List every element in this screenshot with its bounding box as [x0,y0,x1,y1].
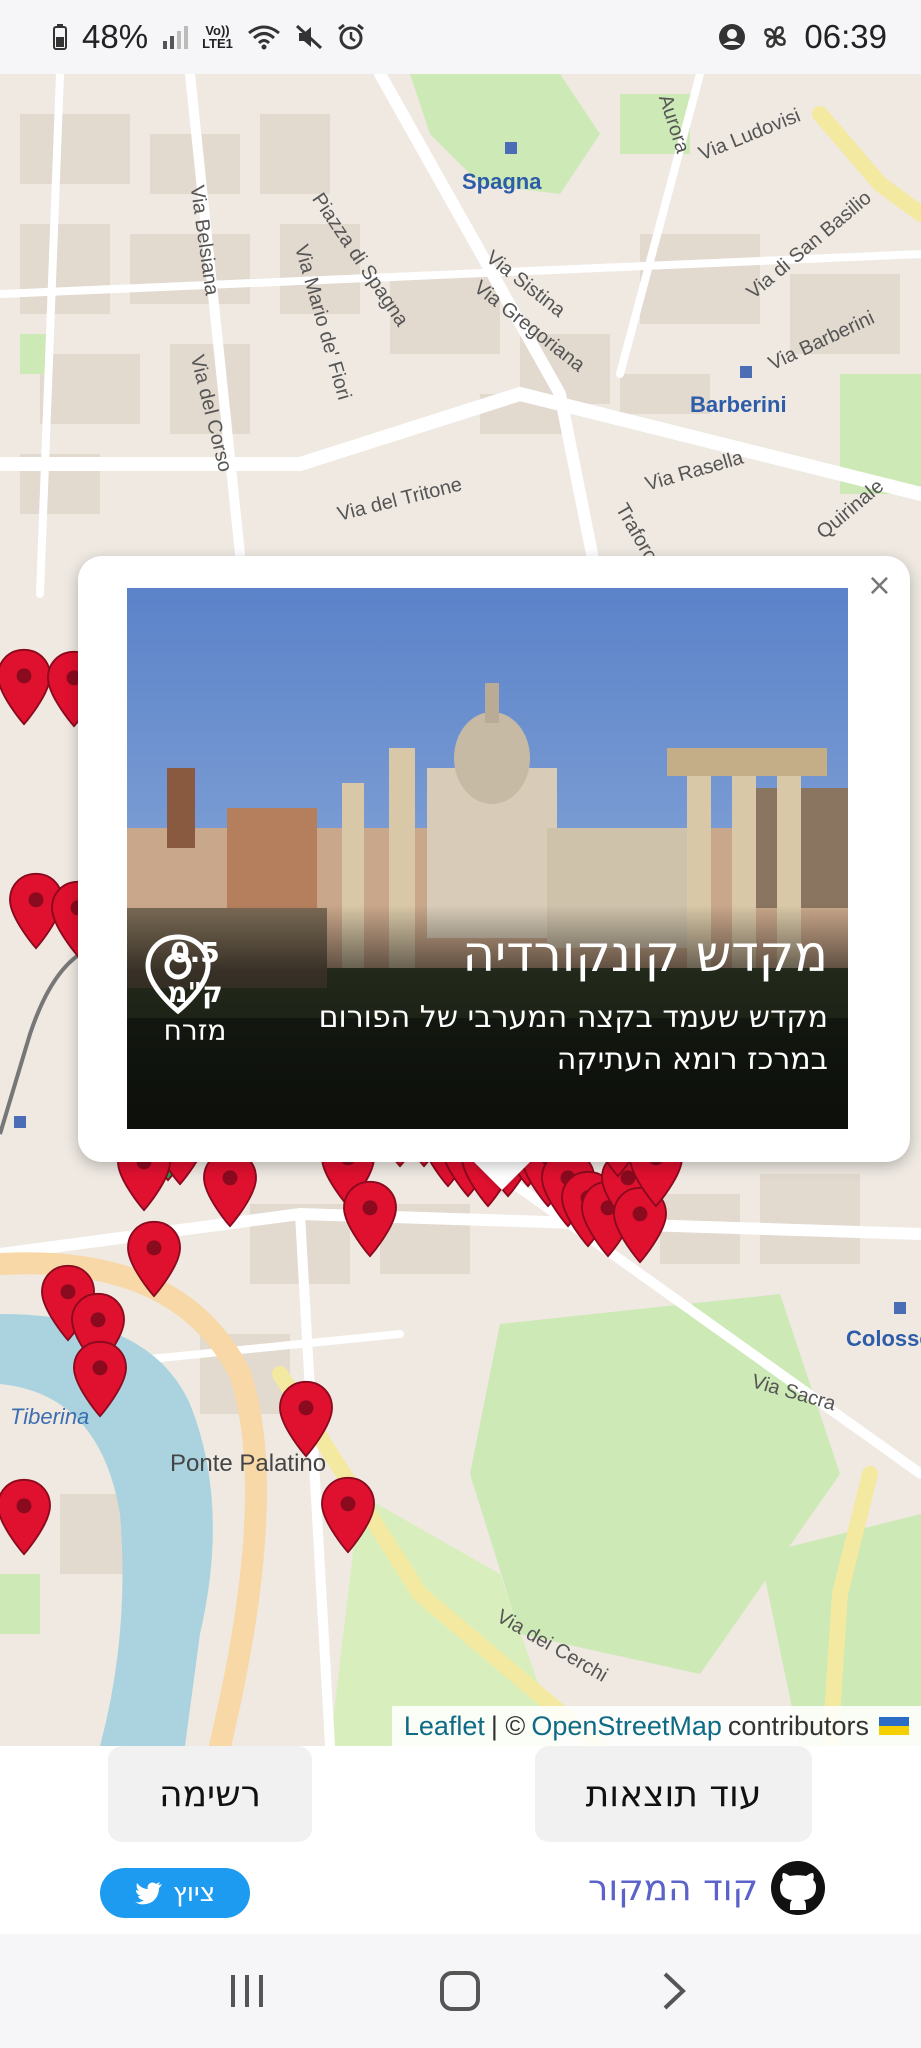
bottom-controls: רשימה עוד תוצאות ציוץ קוד המקור [0,1746,921,1934]
battery-icon [52,23,68,51]
ukraine-flag-icon [879,1717,909,1735]
map-marker-icon[interactable] [0,648,52,726]
list-button[interactable]: רשימה [108,1746,312,1842]
map-marker-icon[interactable] [126,1220,182,1298]
photo-caption: מקדש קונקורדיה מקדש שעמד בקצה המערבי של … [127,905,848,1129]
mute-icon [295,24,323,50]
station-label-colosseo: Colosseo [846,1326,921,1351]
source-code-label: קוד המקור [588,1867,759,1909]
station-label-spagna: Spagna [462,169,542,194]
map-marker-icon[interactable] [72,1340,128,1418]
location-info[interactable]: 0.5 ק"מ מזרח [143,933,247,1049]
location-pin-icon [145,934,211,1015]
status-right: 06:39 [718,18,887,56]
tweet-label: ציוץ [172,1878,216,1908]
map-marker-icon[interactable] [278,1380,334,1458]
attribution-separator: | © [490,1710,526,1741]
system-nav-bar [0,1934,921,2048]
alarm-icon [337,23,365,51]
station-label-barberini: Barberini [690,392,787,417]
recent-apps-button[interactable] [217,1961,277,2021]
place-description: מקדש שעמד בקצה המערבי של הפורום במרכז רו… [318,1000,828,1077]
clock: 06:39 [804,18,887,55]
account-icon [718,23,746,51]
popup-tip [472,1160,532,1190]
source-code-link[interactable]: קוד המקור [588,1860,826,1916]
volte-icon: Vo)) LTE1 [202,23,233,51]
more-results-button[interactable]: עוד תוצאות [535,1746,812,1842]
home-button[interactable] [430,1961,490,2021]
map-marker-icon[interactable] [0,1478,52,1556]
leaflet-link[interactable]: Leaflet [404,1711,485,1742]
direction: מזרח [163,1014,227,1047]
place-photo[interactable]: מקדש קונקורדיה מקדש שעמד בקצה המערבי של … [127,588,848,1129]
github-icon [771,1861,826,1915]
openstreetmap-link[interactable]: OpenStreetMap [531,1711,722,1742]
back-icon [663,1972,687,2010]
wifi-icon [247,24,281,50]
home-icon [440,1971,481,2011]
place-popup: × מקדש קונקורדיה מקדש שעמד בקצה המערבי ש… [78,556,910,1162]
pinwheel-icon [760,22,790,52]
status-bar: 48% Vo)) LTE1 06:39 [0,0,921,74]
twitter-icon [134,1882,162,1905]
attribution-contributors: contributors [727,1710,869,1741]
place-title: מקדש קונקורדיה [462,925,828,983]
close-button[interactable]: × [867,568,892,603]
back-button[interactable] [644,1961,704,2021]
battery-percent: 48% [82,18,149,55]
status-left: 48% Vo)) LTE1 [52,18,365,56]
recent-apps-icon [230,1975,263,2007]
tweet-button[interactable]: ציוץ [100,1868,250,1918]
map-marker-icon[interactable] [342,1180,398,1258]
signal-icon [162,25,189,49]
map-attribution: Leaflet | © OpenStreetMap contributors [391,1706,921,1746]
map-marker-icon[interactable] [320,1476,376,1554]
